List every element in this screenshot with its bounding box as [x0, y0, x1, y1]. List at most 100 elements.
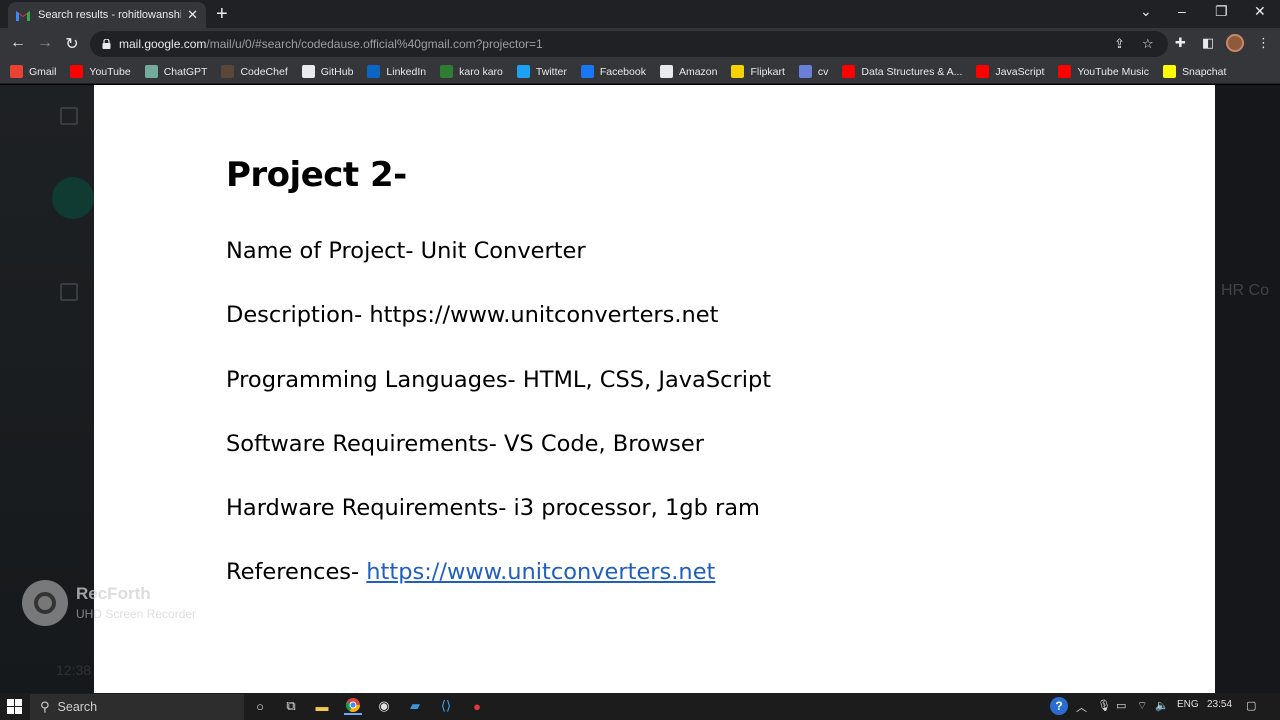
description-line: Description- https://www.unitconverters.… [226, 302, 719, 328]
bookmarks-bar: Gmail YouTube ChatGPT CodeChef GitHub LinkedI… [0, 60, 1280, 84]
reload-button[interactable]: ↻ [62, 34, 82, 54]
windows-taskbar: ⚲ Search ○ ⧉ ▬ ◉ ▰ ⟨⟩ ● ? ︿ 🎙 ▭ ⌔ 🔈 ENG … [0, 693, 1280, 720]
taskbar-search-box[interactable]: ⚲ Search [30, 694, 244, 720]
linkedin-icon [367, 65, 381, 78]
bookmark-label: ChatGPT [163, 65, 208, 78]
windows-start-icon[interactable] [7, 699, 22, 714]
cv-icon [798, 65, 812, 78]
background-avatar [52, 177, 94, 219]
bookmark-label: Gmail [29, 65, 57, 78]
bookmark-label: Twitter [535, 65, 567, 78]
bookmark-item[interactable]: GitHub [301, 65, 354, 78]
bookmark-label: YouTube Music [1077, 65, 1150, 78]
microphone-icon[interactable]: 🎙 [1097, 699, 1111, 712]
gmail-icon [16, 10, 30, 21]
bookmark-label: Amazon [678, 65, 718, 78]
bookmark-item[interactable]: YouTube [70, 65, 131, 78]
wifi-icon[interactable]: ⌔ [1137, 699, 1147, 713]
bookmark-label: Snapchat [1182, 65, 1227, 78]
bookmark-label: karo karo [459, 65, 503, 78]
slide-title: Project 2- [226, 155, 407, 195]
bookmark-item[interactable]: Flipkart [731, 65, 785, 78]
extensions-puzzle-icon[interactable]: ✚ [1175, 35, 1186, 51]
bookmark-item[interactable]: Facebook [580, 65, 646, 78]
project-name-line: Name of Project- Unit Converter [226, 238, 586, 264]
recforth-logo-icon [22, 580, 68, 626]
youtube-icon [842, 65, 856, 78]
task-view-icon[interactable]: ⧉ [282, 697, 300, 715]
watermark-title: RecForth [76, 584, 151, 603]
snapchat-icon [1163, 65, 1177, 78]
new-tab-button[interactable]: + [216, 3, 228, 25]
languages-line: Programming Languages- HTML, CSS, JavaSc… [226, 367, 772, 393]
chrome-icon[interactable] [344, 697, 362, 715]
bookmark-item[interactable]: cv [798, 65, 828, 78]
battery-icon[interactable]: ▭ [1116, 699, 1126, 712]
bookmark-label: CodeChef [240, 65, 288, 78]
bookmark-item[interactable]: Data Structures & A... [842, 65, 962, 78]
attachment-preview-slide: Project 2- Name of Project- Unit Convert… [94, 85, 1215, 693]
bookmark-item[interactable]: Snapchat [1163, 65, 1226, 78]
browser-tab-gmail[interactable]: Search results - rohitlowanshi41@ ✕ [8, 2, 206, 28]
software-line: Software Requirements- VS Code, Browser [226, 431, 704, 457]
bookmark-item[interactable]: karo karo [440, 65, 503, 78]
references-prefix: References- [226, 559, 367, 585]
background-gmail-right [1215, 85, 1280, 693]
bookmark-item[interactable]: Gmail [10, 65, 56, 78]
facebook-icon [580, 65, 594, 78]
tab-search-chevron-icon[interactable]: ⌄ [1140, 3, 1152, 20]
bookmark-item[interactable]: JavaScript [976, 65, 1044, 78]
tray-chevron-up-icon[interactable]: ︿ [1076, 699, 1087, 715]
share-icon[interactable]: ⇪ [1114, 36, 1125, 52]
bookmark-label: Flipkart [750, 65, 785, 78]
bookmark-item[interactable]: LinkedIn [367, 65, 426, 78]
menu-kebab-icon[interactable]: ⋮ [1257, 35, 1270, 51]
tab-close-icon[interactable]: ✕ [187, 7, 198, 23]
minimize-button[interactable]: – [1178, 3, 1186, 19]
bookmark-item[interactable]: CodeChef [221, 65, 288, 78]
background-right-text: HR Co [1221, 282, 1270, 299]
url-host: mail.google.com [119, 37, 207, 51]
close-window-button[interactable]: ✕ [1254, 3, 1266, 20]
language-indicator[interactable]: ENG [1177, 699, 1199, 710]
address-bar[interactable]: mail.google.com /mail/u/0/#search/codeda… [90, 31, 1168, 57]
bookmark-label: YouTube [89, 65, 131, 78]
references-link[interactable]: https://www.unitconverters.net [366, 559, 715, 585]
bookmark-item[interactable]: Twitter [516, 65, 567, 78]
clock-time[interactable]: 23:54 [1207, 699, 1232, 710]
file-explorer-icon[interactable]: ▬ [313, 697, 331, 715]
amazon-icon [659, 65, 673, 78]
volume-icon[interactable]: 🔈 [1155, 699, 1169, 712]
background-checkbox [60, 107, 78, 125]
bookmark-label: Data Structures & A... [861, 65, 963, 78]
vscode-icon[interactable]: ⟨⟩ [437, 697, 455, 715]
youtube-icon [70, 65, 84, 78]
youtube-icon [976, 65, 990, 78]
notes-app-icon[interactable]: ▰ [406, 697, 424, 715]
bookmark-item[interactable]: Amazon [659, 65, 718, 78]
bookmark-star-icon[interactable]: ☆ [1142, 36, 1154, 52]
side-panel-icon[interactable]: ◧ [1202, 35, 1214, 51]
help-icon[interactable]: ? [1050, 697, 1068, 715]
bookmark-item[interactable]: YouTube Music [1058, 65, 1149, 78]
profile-avatar[interactable] [1226, 34, 1244, 52]
search-icon: ⚲ [40, 699, 50, 714]
taskbar-search-label: Search [57, 700, 98, 714]
references-line: References- https://www.unitconverters.n… [226, 559, 715, 585]
twitter-icon [516, 65, 530, 78]
codechef-icon [221, 65, 235, 78]
flipkart-icon [731, 65, 745, 78]
lock-icon [102, 39, 111, 49]
restore-button[interactable]: ❐ [1215, 3, 1228, 20]
obs-record-icon[interactable]: ◉ [375, 697, 393, 715]
watermark-subtitle: UHD Screen Recorder [76, 607, 197, 621]
forward-button[interactable]: → [35, 34, 55, 52]
bookmark-label: LinkedIn [386, 65, 427, 78]
screen-recorder-icon[interactable]: ● [468, 697, 486, 715]
cortana-icon[interactable]: ○ [251, 697, 269, 715]
tab-title: Search results - rohitlowanshi41@ [38, 9, 181, 21]
notifications-icon[interactable]: ▢ [1246, 699, 1256, 712]
back-button[interactable]: ← [8, 34, 28, 52]
bookmark-item[interactable]: ChatGPT [144, 65, 208, 78]
bookmark-label: GitHub [320, 65, 354, 78]
